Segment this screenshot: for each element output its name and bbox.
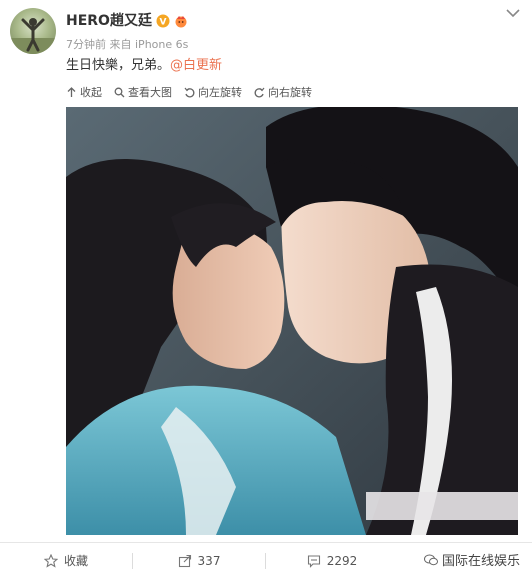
post-photo[interactable] xyxy=(66,107,518,535)
image-toolbar: 收起 查看大图 向左旋转 向右旋转 xyxy=(66,84,312,100)
view-large-button[interactable]: 查看大图 xyxy=(114,84,172,100)
wechat-icon xyxy=(423,554,438,565)
share-icon xyxy=(178,554,191,567)
share-button[interactable]: 337 xyxy=(133,543,265,578)
post-body: 生日快樂，兄弟。 xyxy=(66,58,171,73)
post-text: 生日快樂，兄弟。@白更新 xyxy=(66,54,222,73)
star-icon xyxy=(43,553,58,568)
user-row: HERO趙又廷 V xyxy=(66,11,188,29)
collapse-button[interactable]: 收起 xyxy=(66,84,102,100)
favorite-button[interactable]: 收藏 xyxy=(0,543,132,578)
collapse-label: 收起 xyxy=(80,86,102,99)
share-count: 337 xyxy=(197,553,221,568)
search-icon xyxy=(114,87,125,97)
member-crown-icon xyxy=(174,13,188,28)
username[interactable]: HERO趙又廷 xyxy=(66,10,152,30)
rotate-right-icon xyxy=(254,87,265,97)
chevron-down-icon[interactable] xyxy=(506,8,520,18)
comment-count: 2292 xyxy=(326,553,358,568)
comment-button[interactable]: 2292 xyxy=(266,543,398,578)
rotate-left-icon xyxy=(184,87,195,97)
post-time[interactable]: 7分钟前 xyxy=(66,38,106,51)
post-source[interactable]: iPhone 6s xyxy=(135,38,188,51)
comment-icon xyxy=(307,554,320,568)
rotate-left-button[interactable]: 向左旋转 xyxy=(184,84,242,100)
rotate-right-button[interactable]: 向右旋转 xyxy=(254,84,312,100)
rotate-right-label: 向右旋转 xyxy=(268,86,312,99)
watermark-text: 国际在线娱乐 xyxy=(441,554,520,569)
avatar[interactable] xyxy=(10,8,56,54)
favorite-label: 收藏 xyxy=(63,554,88,568)
rotate-left-label: 向左旋转 xyxy=(198,86,242,99)
source-prefix: 来自 xyxy=(109,38,132,51)
watermark: 国际在线娱乐 xyxy=(419,548,524,571)
view-large-label: 查看大图 xyxy=(128,86,172,99)
post-meta: 7分钟前 来自 iPhone 6s xyxy=(66,36,188,52)
svg-text:V: V xyxy=(159,18,166,28)
verified-badge-icon: V xyxy=(156,13,170,28)
mention-link[interactable]: @白更新 xyxy=(170,58,222,73)
arrow-up-icon xyxy=(67,86,76,97)
